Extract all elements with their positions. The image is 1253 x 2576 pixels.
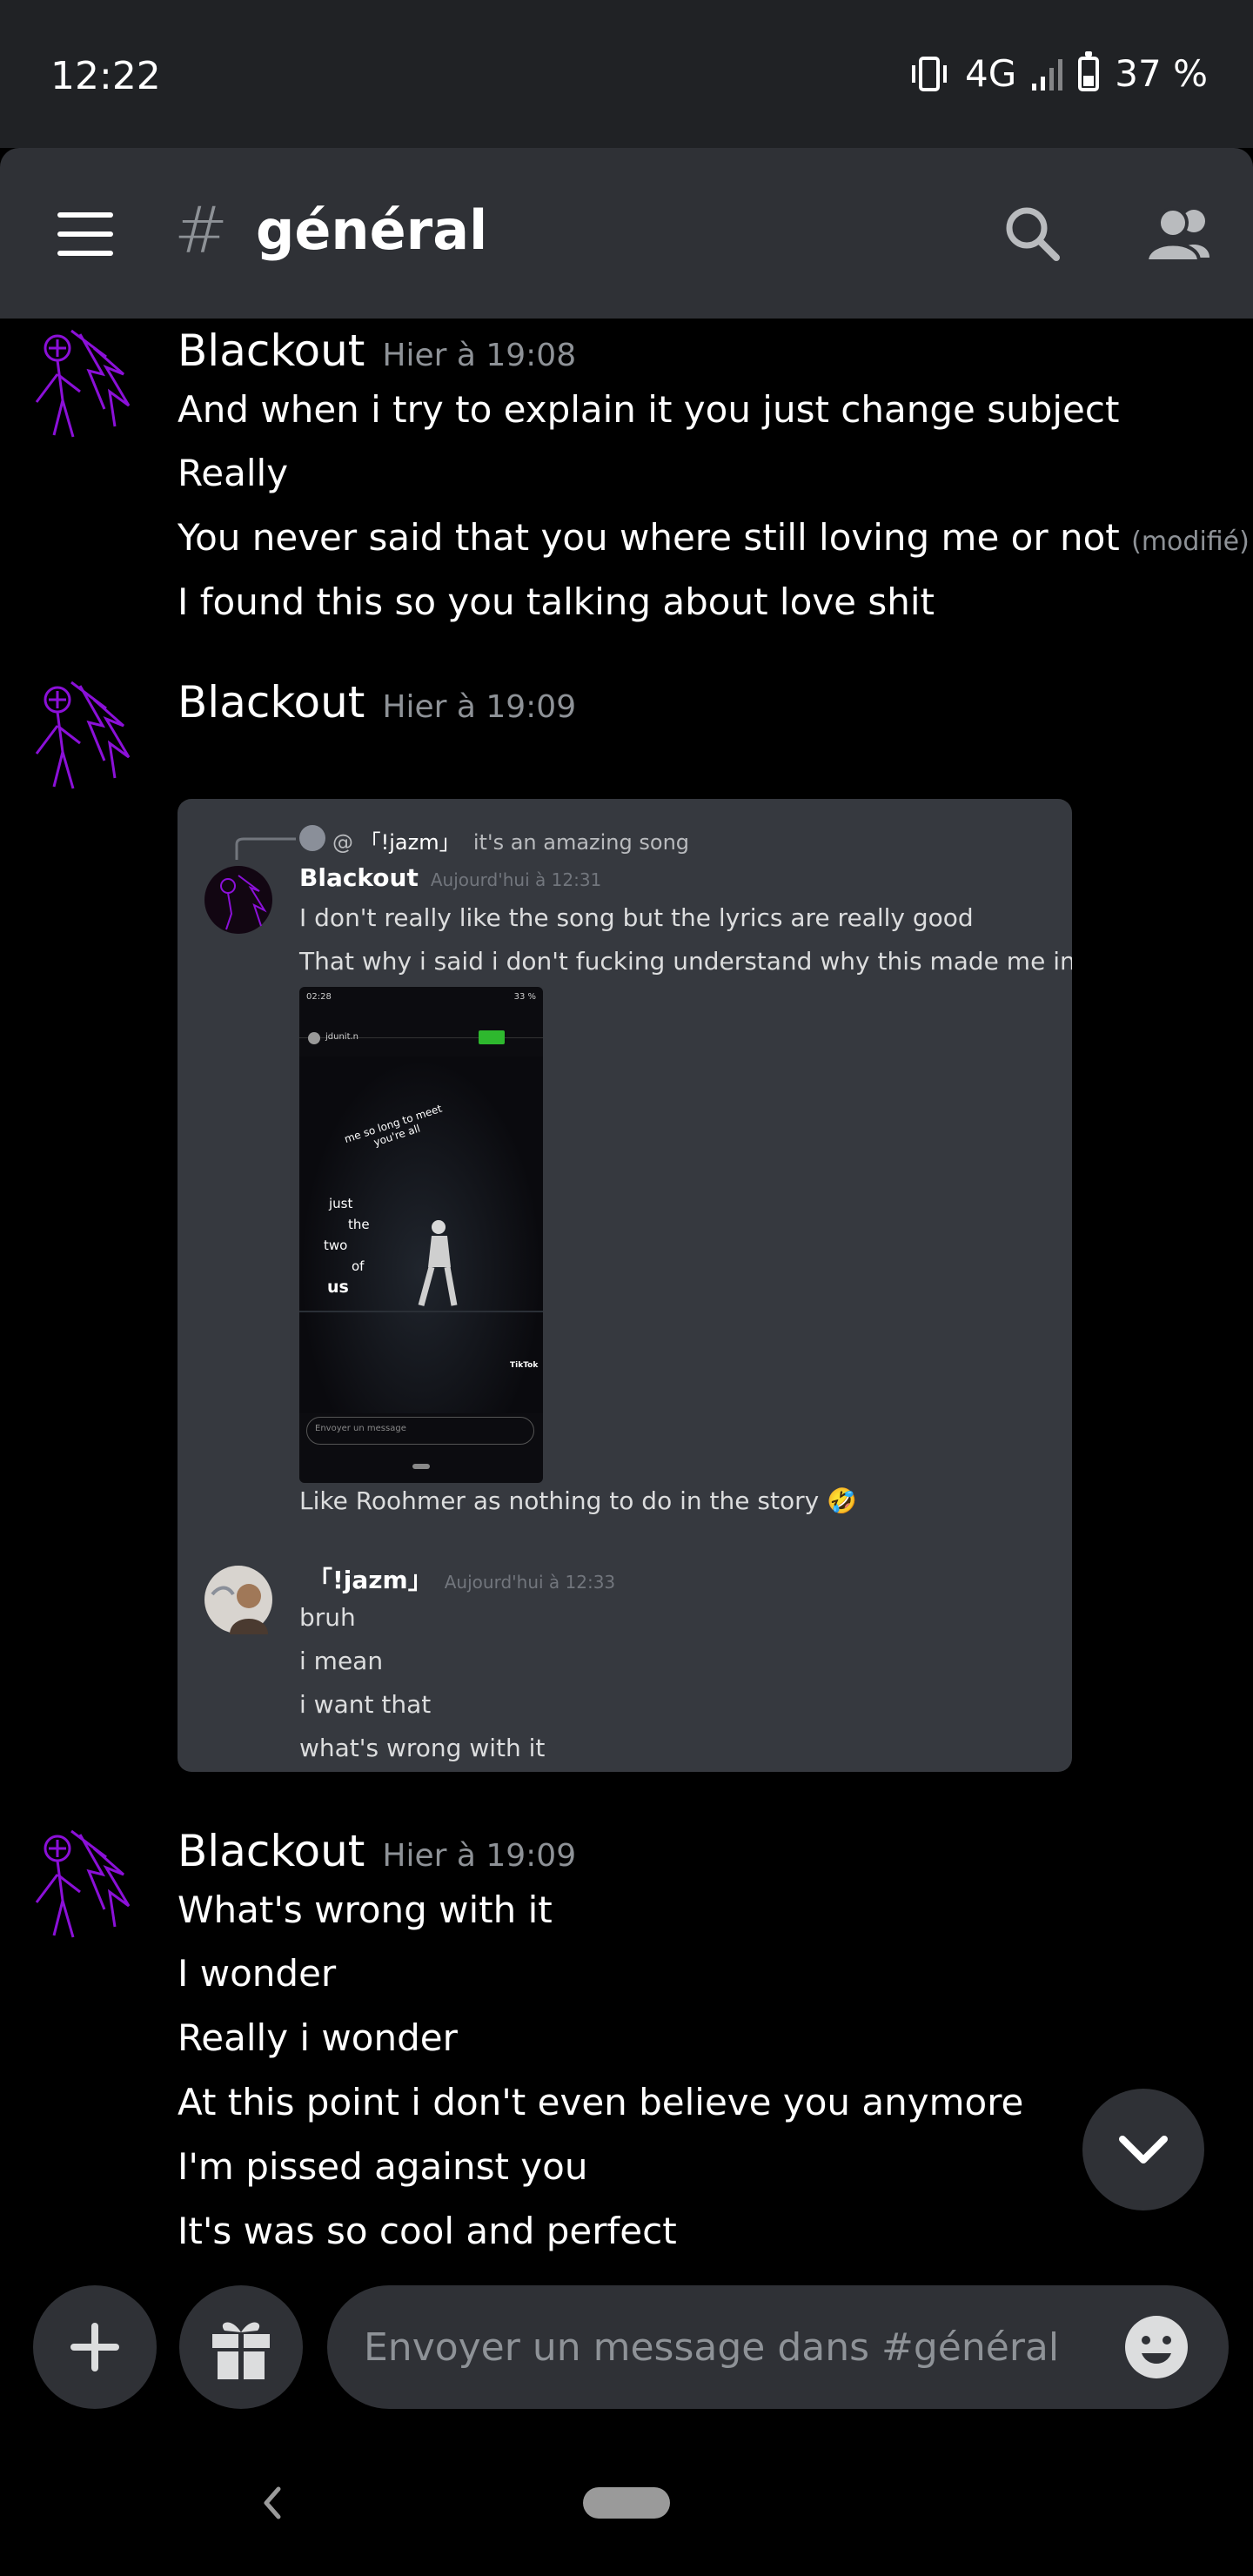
battery-fill bbox=[1083, 75, 1095, 86]
message-input[interactable] bbox=[327, 2285, 1229, 2409]
message-line: Really i wonder bbox=[178, 2016, 458, 2059]
phone-home-bar bbox=[412, 1464, 430, 1469]
embed-author-name: 「!jazm」 bbox=[308, 1566, 432, 1594]
signal-icon bbox=[1032, 57, 1063, 91]
embed-line: Like Roohmer as nothing to do in the sto… bbox=[299, 1486, 857, 1515]
message-line: You never said that you where still lovi… bbox=[178, 516, 1250, 559]
embed-timestamp: Aujourd'hui à 12:31 bbox=[430, 869, 602, 890]
phone-badge bbox=[479, 1030, 505, 1044]
phone-input-placeholder: Envoyer un message bbox=[315, 1424, 406, 1433]
phone-battery: 33 % bbox=[513, 992, 536, 1002]
phone-time: 02:28 bbox=[306, 992, 332, 1002]
avatar[interactable] bbox=[19, 322, 141, 444]
lyrics-word: just bbox=[329, 1196, 353, 1211]
members-icon[interactable] bbox=[1143, 202, 1215, 265]
author-name[interactable]: Blackout bbox=[178, 325, 365, 376]
embed-line: what's wrong with it bbox=[299, 1734, 546, 1762]
vibrate-icon bbox=[912, 56, 948, 91]
lyrics-word: the bbox=[348, 1217, 370, 1232]
gift-button[interactable] bbox=[179, 2285, 303, 2409]
reply-user: 「!jazm」 bbox=[359, 830, 460, 855]
author-name[interactable]: Blackout bbox=[178, 677, 365, 728]
reply-preview: @ 「!jazm」 it's an amazing song bbox=[332, 825, 689, 855]
embed-author: 「!jazm」 Aujourd'hui à 12:33 bbox=[308, 1561, 615, 1596]
battery-label: 37 % bbox=[1115, 52, 1208, 95]
embed-author-name: Blackout bbox=[299, 863, 419, 892]
jump-to-bottom-button[interactable] bbox=[1082, 2089, 1204, 2210]
message-author[interactable]: Blackout Hier à 19:09 bbox=[178, 677, 576, 728]
embed-line: That why i said i don't fucking understa… bbox=[299, 947, 1072, 976]
search-icon[interactable] bbox=[1001, 202, 1063, 265]
chevron-down-icon bbox=[1119, 2136, 1168, 2163]
message-timestamp: Hier à 19:08 bbox=[382, 338, 577, 373]
channel-name[interactable]: général bbox=[256, 198, 487, 262]
channel-header: # général bbox=[0, 148, 1253, 319]
avatar[interactable] bbox=[19, 674, 141, 795]
message-line: Really bbox=[178, 452, 289, 494]
message-author[interactable]: Blackout Hier à 19:08 bbox=[178, 325, 576, 376]
avatar bbox=[204, 1566, 272, 1634]
avatar bbox=[204, 866, 272, 934]
lyrics-word: us bbox=[327, 1278, 349, 1297]
message-composer bbox=[0, 2268, 1253, 2576]
channel-hash-icon: # bbox=[174, 193, 229, 268]
battery-icon bbox=[1078, 50, 1100, 91]
emoji-icon[interactable] bbox=[1122, 2313, 1190, 2381]
embed-line-text: Like Roohmer as nothing to do in the sto… bbox=[299, 1486, 820, 1515]
status-icons: 4G 37 % bbox=[909, 50, 1208, 95]
add-attachment-button[interactable] bbox=[33, 2285, 157, 2409]
message-line: It's was so cool and perfect bbox=[178, 2210, 677, 2252]
avatar[interactable] bbox=[19, 1822, 141, 1944]
reply-prefix: @ bbox=[332, 830, 353, 855]
message-line: I wonder bbox=[178, 1952, 337, 1995]
message-line: I'm pissed against you bbox=[178, 2145, 588, 2188]
embed-line: bruh bbox=[299, 1603, 356, 1632]
phone-screenshot: 02:28 33 % jdunit.n me so long to meet y… bbox=[299, 987, 543, 1483]
message-list[interactable]: Blackout Hier à 19:08 And when i try to e… bbox=[0, 319, 1253, 2268]
plus-icon bbox=[70, 2323, 119, 2371]
rofl-emoji: 🤣 bbox=[827, 1486, 857, 1515]
avatar bbox=[308, 1032, 320, 1044]
status-bar: 12:22 4G 37 % bbox=[0, 0, 1253, 148]
phone-tiktok-label: TikTok bbox=[510, 1361, 539, 1370]
hamburger-icon[interactable] bbox=[57, 212, 113, 256]
reply-connector bbox=[235, 837, 296, 860]
video-figure bbox=[418, 1220, 458, 1306]
message-author[interactable]: Blackout Hier à 19:09 bbox=[178, 1826, 576, 1876]
message-line: What's wrong with it bbox=[178, 1888, 553, 1931]
gift-icon bbox=[212, 2322, 270, 2379]
message-line: And when i try to explain it you just ch… bbox=[178, 388, 1120, 431]
lyrics-word: of bbox=[352, 1258, 365, 1274]
embed-author: Blackout Aujourd'hui à 12:31 bbox=[299, 863, 601, 892]
embed-line: i mean bbox=[299, 1647, 384, 1675]
embed-line: i want that bbox=[299, 1690, 432, 1719]
network-label: 4G bbox=[965, 52, 1017, 95]
message-line: I found this so you talking about love s… bbox=[178, 580, 935, 623]
message-timestamp: Hier à 19:09 bbox=[382, 689, 577, 725]
embed-line: I don't really like the song but the lyr… bbox=[299, 903, 974, 932]
reply-text: it's an amazing song bbox=[472, 830, 690, 855]
status-time: 12:22 bbox=[50, 54, 161, 98]
phone-user: jdunit.n bbox=[325, 1032, 359, 1042]
avatar bbox=[299, 825, 325, 851]
message-line: At this point i don't even believe you a… bbox=[178, 2081, 1024, 2123]
embed-timestamp: Aujourd'hui à 12:33 bbox=[444, 1572, 616, 1593]
message-line-text: You never said that you where still lovi… bbox=[178, 516, 1120, 559]
lyrics-word: two bbox=[324, 1238, 348, 1253]
message-timestamp: Hier à 19:09 bbox=[382, 1838, 577, 1874]
home-pill[interactable] bbox=[583, 2487, 670, 2519]
image-attachment[interactable]: @ 「!jazm」 it's an amazing song Blackout A… bbox=[178, 799, 1072, 1772]
video-horizon bbox=[299, 1311, 543, 1312]
author-name[interactable]: Blackout bbox=[178, 1826, 365, 1876]
edited-label: (modifié) bbox=[1131, 527, 1250, 557]
back-icon[interactable] bbox=[254, 2477, 289, 2529]
